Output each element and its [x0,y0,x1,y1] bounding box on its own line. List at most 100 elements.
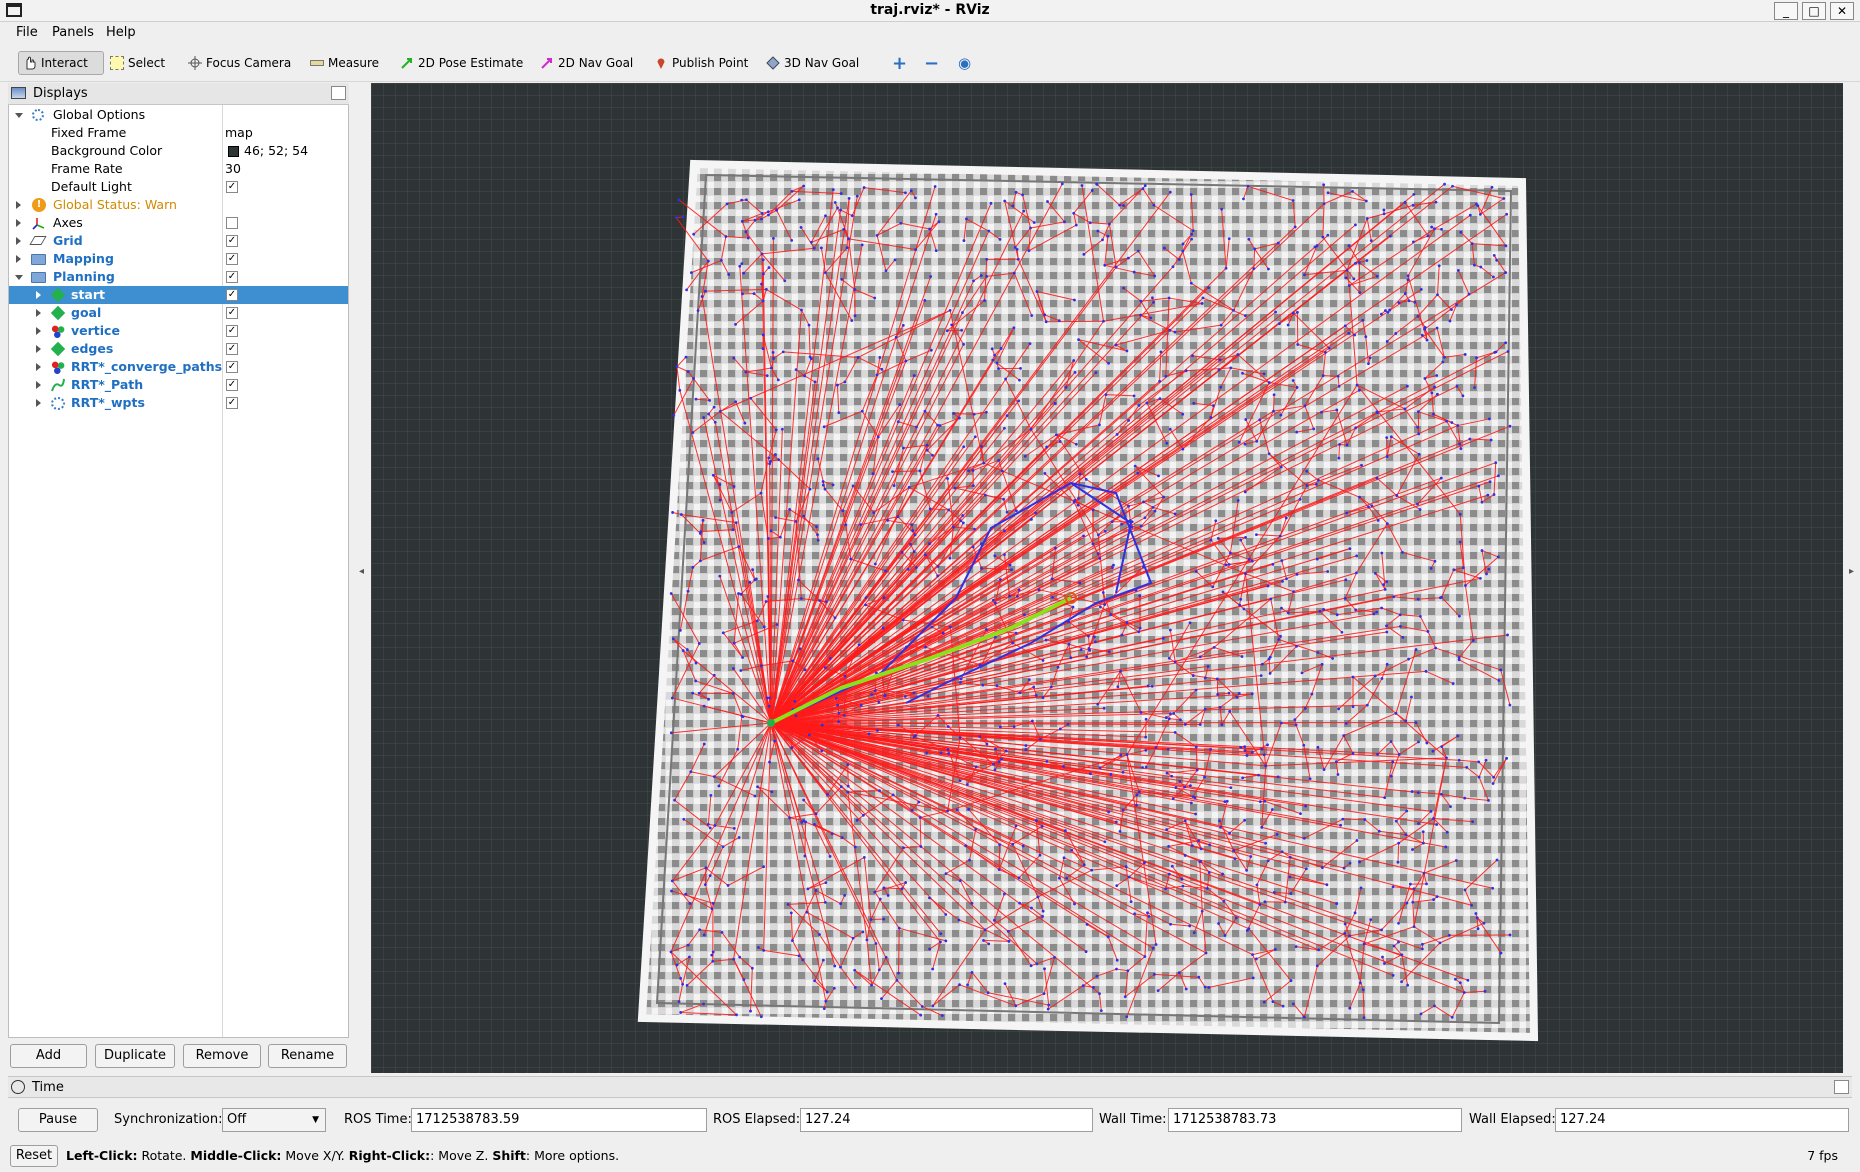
tree-vertex [1326,570,1330,573]
left-splitter-handle[interactable]: ◂ [359,566,367,596]
tree-vertex [841,509,845,513]
undock-button[interactable] [1834,1080,1849,1094]
tree-vertex [774,453,777,456]
tree-vertex [1450,1015,1454,1019]
view-options-button[interactable]: ◉ [954,51,975,75]
remove-tool-button[interactable]: − [920,51,943,75]
tree-vertex [1011,641,1015,645]
select-tool[interactable]: Select [106,51,169,75]
default-light-label: Default Light [51,179,132,194]
right-splitter-handle[interactable]: ▸ [1849,566,1857,596]
tree-vertex [1029,964,1033,968]
menu-file[interactable]: File [16,25,38,40]
tree-vertex [844,523,848,527]
tree-vertex [946,809,950,813]
tree-row-default-light[interactable]: Default Light ✓ [9,178,348,196]
default-light-checkbox[interactable]: ✓ [226,181,238,193]
rviz-scene[interactable] [371,83,1843,1073]
vertice-label: vertice [71,323,120,338]
axes-checkbox[interactable] [226,217,238,229]
add-button[interactable]: Add [10,1044,87,1068]
rrt-converge-paths-checkbox[interactable]: ✓ [226,361,238,373]
plus-icon: + [892,52,908,74]
nav-goal-3d-tool[interactable]: 3D Nav Goal [762,51,863,75]
tree-vertex [1432,412,1435,416]
nav-goal-2d-tool[interactable]: 2D Nav Goal [536,51,637,75]
map-pin-icon [657,58,665,69]
tree-vertex [1411,848,1414,851]
tree-vertex [1489,438,1493,442]
tree-row-global-status[interactable]: ! Global Status: Warn [9,196,348,214]
reset-button[interactable]: Reset [10,1145,58,1167]
tree-row-rrt-converge-paths[interactable]: RRT*_converge_paths ✓ [9,358,348,376]
pose-estimate-tool[interactable]: 2D Pose Estimate [396,51,527,75]
publish-point-tool[interactable]: Publish Point [650,51,752,75]
tree-row-background-color[interactable]: Background Color 46; 52; 54 [9,142,348,160]
focus-camera-tool[interactable]: Focus Camera [184,51,295,75]
color-swatch[interactable] [228,146,239,157]
close-button[interactable]: ✕ [1830,2,1854,20]
tree-row-edges[interactable]: edges ✓ [9,340,348,358]
measure-tool[interactable]: Measure [306,51,383,75]
tree-vertex [1348,547,1352,551]
tree-vertex [1190,232,1194,236]
tree-row-global-options[interactable]: Global Options [9,106,348,124]
menu-help[interactable]: Help [106,25,136,40]
menu-panels[interactable]: Panels [52,25,94,40]
pause-button[interactable]: Pause [18,1108,98,1132]
rrt-path-checkbox[interactable]: ✓ [226,379,238,391]
tree-row-axes[interactable]: Axes [9,214,348,232]
grid-checkbox[interactable]: ✓ [226,235,238,247]
tree-vertex [846,790,850,794]
maximize-button[interactable]: □ [1802,2,1826,20]
tree-row-vertice[interactable]: vertice ✓ [9,322,348,340]
edges-checkbox[interactable]: ✓ [226,343,238,355]
rename-button[interactable]: Rename [268,1044,347,1068]
shift-desc: : More options. [525,1148,620,1163]
3d-viewport[interactable] [371,83,1843,1073]
tree-vertex [1385,436,1389,440]
tree-row-goal[interactable]: goal ✓ [9,304,348,322]
rrt-wpts-checkbox[interactable]: ✓ [226,397,238,409]
wall-time-field[interactable]: 1712538783.73 [1168,1108,1462,1132]
goal-checkbox[interactable]: ✓ [226,307,238,319]
wall-elapsed-field[interactable]: 127.24 [1555,1108,1849,1132]
remove-button[interactable]: Remove [183,1044,261,1068]
ros-time-field[interactable]: 1712538783.59 [411,1108,707,1132]
duplicate-button[interactable]: Duplicate [95,1044,175,1068]
tree-vertex [1194,688,1198,692]
grid-label: Grid [53,233,83,248]
start-checkbox[interactable]: ✓ [226,289,238,301]
minimize-button[interactable]: _ [1774,2,1798,20]
vertice-checkbox[interactable]: ✓ [226,325,238,337]
tree-vertex [1316,745,1320,749]
tree-vertex [1430,225,1434,229]
tree-row-mapping[interactable]: Mapping ✓ [9,250,348,268]
tree-vertex [1426,234,1430,238]
tree-row-frame-rate[interactable]: Frame Rate 30 [9,160,348,178]
tree-row-planning[interactable]: Planning ✓ [9,268,348,286]
tree-vertex [1412,887,1416,891]
mapping-checkbox[interactable]: ✓ [226,253,238,265]
frame-rate-value[interactable]: 30 [225,160,241,178]
tree-vertex [1347,331,1351,335]
add-tool-button[interactable]: + [888,51,911,75]
interact-tool[interactable]: Interact [18,51,104,75]
tree-vertex [839,192,843,195]
tree-row-start[interactable]: start ✓ [9,286,348,304]
tree-row-grid[interactable]: Grid ✓ [9,232,348,250]
tree-vertex [1267,657,1271,661]
ros-elapsed-field[interactable]: 127.24 [800,1108,1093,1132]
tree-vertex [1450,421,1454,424]
tree-vertex [1067,642,1071,646]
tree-vertex [865,938,869,942]
green-arrow-icon [401,58,412,69]
tree-vertex [1189,193,1193,196]
fixed-frame-value[interactable]: map [225,124,253,142]
sync-dropdown[interactable]: Off ▼ [222,1108,326,1132]
planning-checkbox[interactable]: ✓ [226,271,238,283]
tree-row-rrt-path[interactable]: RRT*_Path ✓ [9,376,348,394]
tree-row-fixed-frame[interactable]: Fixed Frame map [9,124,348,142]
undock-button[interactable] [331,86,346,100]
tree-row-rrt-wpts[interactable]: RRT*_wpts ✓ [9,394,348,412]
